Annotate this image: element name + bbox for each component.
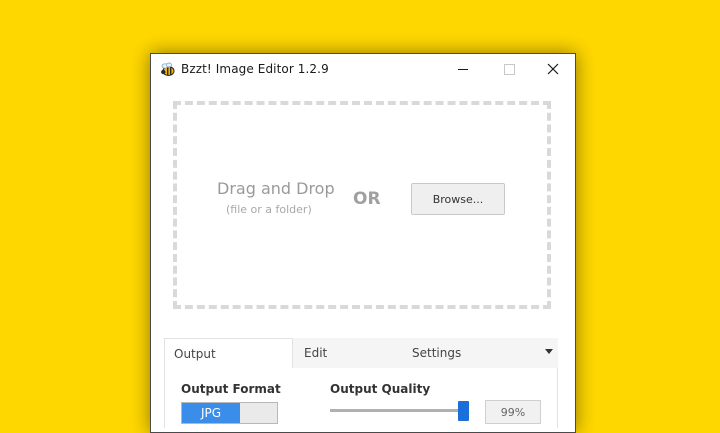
output-format-toggle[interactable]: JPG [181,402,278,424]
window-title: Bzzt! Image Editor 1.2.9 [181,62,329,76]
quality-slider-fill [330,409,467,412]
close-icon [547,63,559,75]
drop-zone[interactable]: Drag and Drop (file or a folder) OR Brow… [173,101,551,309]
minimize-button[interactable] [441,54,485,84]
format-selected-option[interactable]: JPG [182,403,240,423]
tab-output[interactable]: Output [164,338,293,368]
output-format-label: Output Format [181,382,281,396]
tab-settings-label: Settings [412,346,462,360]
drag-and-drop-subtitle: (file or a folder) [226,203,312,216]
minimize-icon [458,68,468,70]
output-panel: Output Format JPG Output Quality 99% [164,368,558,428]
maximize-icon [503,63,515,75]
quality-slider-track[interactable] [330,409,468,412]
output-quality-label: Output Quality [330,382,431,396]
maximize-button[interactable] [487,54,531,84]
tab-edit[interactable]: Edit [304,338,327,368]
app-window: Bzzt! Image Editor 1.2.9 Drag and Drop (… [150,53,576,433]
drag-and-drop-title: Drag and Drop [217,179,335,198]
bee-icon [161,62,175,76]
chevron-down-icon[interactable] [545,349,553,354]
quality-value-field[interactable]: 99% [485,400,541,424]
or-label: OR [353,189,381,209]
title-bar[interactable]: Bzzt! Image Editor 1.2.9 [151,54,575,86]
tab-settings[interactable]: Settings [412,338,461,368]
browse-button[interactable]: Browse... [411,183,505,215]
quality-slider-thumb[interactable] [458,401,470,421]
tab-output-label: Output [174,346,216,361]
options-tabs: Output Edit Settings Output Format JPG O… [164,338,558,428]
tab-edit-label: Edit [304,346,328,360]
close-button[interactable] [531,54,575,84]
